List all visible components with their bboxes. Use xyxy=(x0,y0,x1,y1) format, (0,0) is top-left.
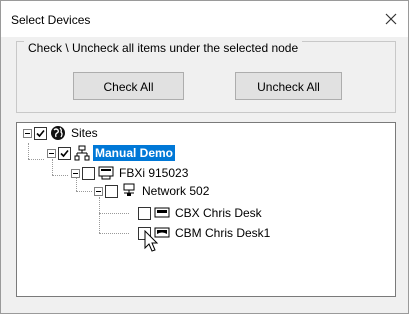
groupbox-legend: Check \ Uncheck all items under the sele… xyxy=(24,41,303,55)
tree-node-manual-demo[interactable]: Manual Demo xyxy=(47,145,176,161)
manual-demo-checkbox[interactable] xyxy=(58,146,71,160)
close-icon[interactable] xyxy=(378,6,404,32)
globe-icon xyxy=(50,125,66,141)
uncheck-all-button[interactable]: Uncheck All xyxy=(235,72,342,100)
check-all-button[interactable]: Check All xyxy=(73,72,184,100)
window-title: Select Devices xyxy=(11,13,91,27)
tree-connector xyxy=(28,143,29,159)
collapse-icon[interactable] xyxy=(94,186,103,196)
fbxi-label: FBXi 915023 xyxy=(119,166,189,180)
tree-connector xyxy=(52,159,53,175)
device-icon xyxy=(98,165,114,181)
tree-node-sites[interactable]: Sites xyxy=(23,125,100,141)
tree-node-fbxi[interactable]: FBXi 915023 xyxy=(71,165,190,181)
tree-connector xyxy=(52,175,68,176)
tree-connector xyxy=(28,159,44,160)
fbxi-checkbox[interactable] xyxy=(82,166,95,180)
collapse-icon[interactable] xyxy=(71,168,80,178)
tree-node-network[interactable]: Network 502 xyxy=(94,183,211,199)
network-tree-icon xyxy=(74,145,90,161)
sites-label: Sites xyxy=(71,126,98,140)
cbm-label: CBM Chris Desk1 xyxy=(175,226,271,240)
cbx-label: CBX Chris Desk xyxy=(175,206,262,220)
device-tree[interactable]: Sites Manual Demo FBXi 915023 Network 50… xyxy=(16,122,396,297)
tree-connector xyxy=(76,191,92,192)
collapse-icon[interactable] xyxy=(47,148,56,158)
tree-connector xyxy=(99,197,100,233)
tree-node-cbx[interactable]: CBX Chris Desk xyxy=(138,205,264,221)
desk-phone-icon xyxy=(154,205,170,221)
tree-connector xyxy=(99,213,129,214)
mouse-cursor-icon xyxy=(144,229,160,254)
network-icon xyxy=(121,183,137,199)
collapse-icon[interactable] xyxy=(23,128,32,138)
sites-checkbox[interactable] xyxy=(34,126,47,140)
manual-demo-label: Manual Demo xyxy=(93,145,176,161)
network-checkbox[interactable] xyxy=(105,184,118,198)
cbx-checkbox[interactable] xyxy=(138,206,151,220)
title-bar: Select Devices xyxy=(1,1,408,37)
network-label: Network 502 xyxy=(142,184,210,198)
tree-connector xyxy=(99,233,129,234)
